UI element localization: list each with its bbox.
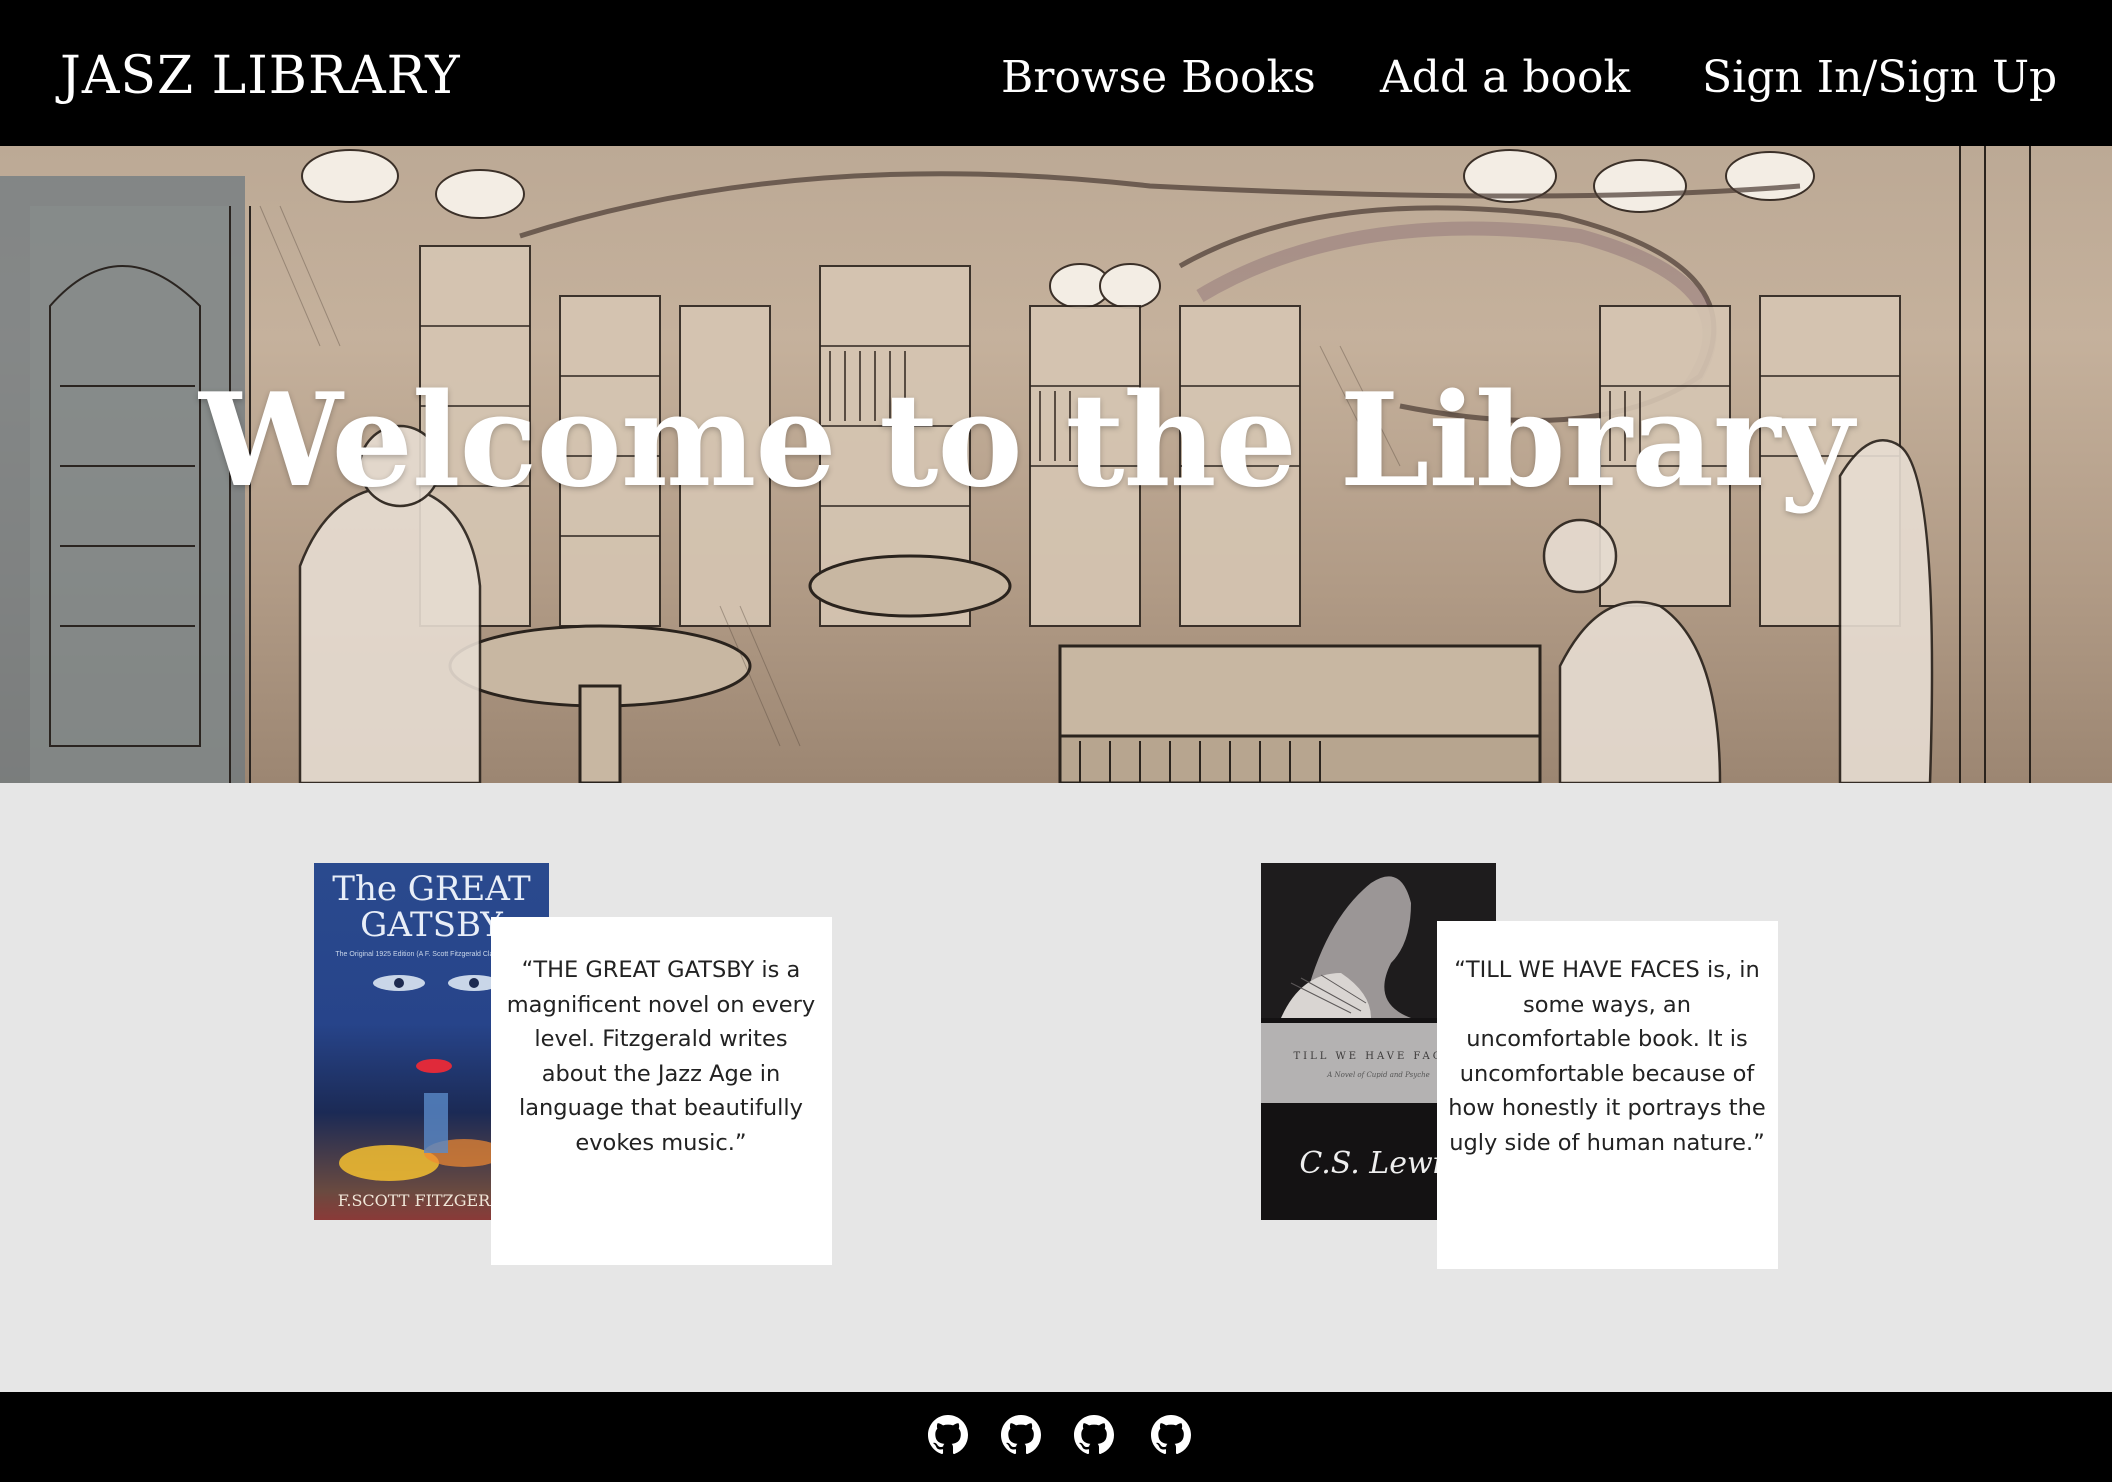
quote-card-faces: “TILL WE HAVE FACES is, in some ways, an… — [1437, 921, 1778, 1269]
brand-logo[interactable]: JASZ LIBRARY — [60, 46, 461, 106]
github-icon[interactable] — [1001, 1415, 1041, 1455]
hero-banner: Welcome to the Library — [0, 146, 2112, 783]
github-icon[interactable] — [1074, 1415, 1114, 1455]
nav-browse-books[interactable]: Browse Books — [1001, 52, 1316, 103]
footer — [0, 1392, 2112, 1482]
github-icon[interactable] — [928, 1415, 968, 1455]
hero-title: Welcome to the Library — [199, 366, 1854, 516]
quote-text: “THE GREAT GATSBY is a magnificent novel… — [506, 957, 816, 1156]
top-navbar: JASZ LIBRARY Browse Books Add a book Sig… — [0, 0, 2112, 146]
quote-text: “TILL WE HAVE FACES is, in some ways, an… — [1448, 957, 1766, 1156]
nav-sign-in-sign-up[interactable]: Sign In/Sign Up — [1702, 52, 2057, 103]
nav-add-a-book[interactable]: Add a book — [1380, 52, 1630, 103]
github-icon[interactable] — [1151, 1415, 1191, 1455]
quote-card-gatsby: “THE GREAT GATSBY is a magnificent novel… — [491, 917, 832, 1265]
